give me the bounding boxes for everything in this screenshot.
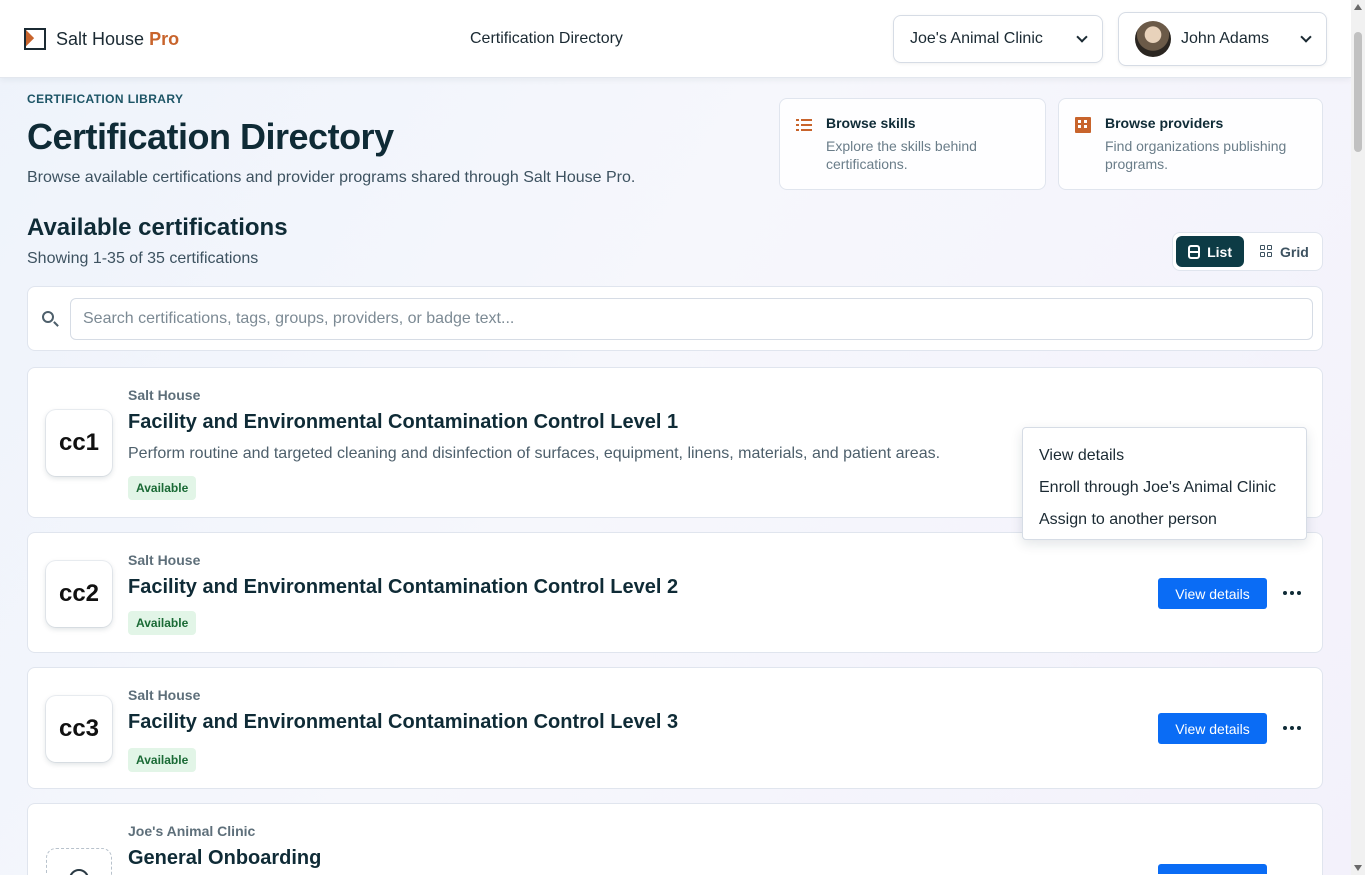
search-icon [42, 311, 54, 323]
certification-title[interactable]: Facility and Environmental Contamination… [128, 411, 678, 434]
browse-providers-description: Find organizations publishing programs. [1105, 138, 1287, 172]
organization-selector[interactable]: Joe's Animal Clinic [893, 15, 1103, 63]
certification-provider: Salt House [128, 687, 201, 703]
browse-skills-card[interactable]: Browse skills Explore the skills behind … [779, 98, 1046, 190]
certification-description: Perform routine and targeted cleaning an… [128, 445, 941, 462]
browse-providers-title: Browse providers [1105, 115, 1224, 131]
grid-view-button[interactable]: Grid [1248, 236, 1321, 267]
certification-provider: Joe's Animal Clinic [128, 823, 256, 839]
grid-view-label: Grid [1280, 243, 1309, 260]
scroll-thumb[interactable] [1354, 32, 1362, 152]
status-badge: Available [128, 476, 197, 500]
brand[interactable]: Salt House Pro [24, 28, 179, 50]
certification-title[interactable]: Facility and Environmental Contamination… [128, 576, 678, 599]
list-view-icon [1188, 244, 1201, 259]
status-badge: Available [128, 748, 197, 772]
view-details-button[interactable]: View details [1158, 578, 1267, 609]
search-bar [27, 286, 1323, 351]
brand-logo-icon [24, 28, 46, 50]
card-actions-menu: View details Enroll through Joe's Animal… [1022, 427, 1307, 540]
list-view-button[interactable]: List [1176, 236, 1244, 267]
building-icon [1075, 117, 1091, 133]
certification-code-tile: cc3 [46, 696, 112, 762]
clock-icon [69, 869, 89, 875]
search-input[interactable] [70, 298, 1313, 340]
menu-item-enroll[interactable]: Enroll through Joe's Animal Clinic [1023, 472, 1306, 504]
page-eyebrow: CERTIFICATION LIBRARY [27, 92, 184, 106]
browse-skills-title: Browse skills [826, 115, 916, 131]
organization-name: Joe's Animal Clinic [910, 30, 1043, 47]
user-menu[interactable]: John Adams [1118, 12, 1327, 66]
status-badge: Available [128, 611, 197, 635]
brand-name: Salt House Pro [56, 29, 179, 50]
browse-providers-card[interactable]: Browse providers Find organizations publ… [1058, 98, 1323, 190]
menu-item-assign[interactable]: Assign to another person [1023, 504, 1306, 536]
top-bar: Salt House Pro Certification Directory J… [0, 0, 1351, 78]
certification-title[interactable]: Facility and Environmental Contamination… [128, 711, 678, 734]
list-view-label: List [1207, 243, 1232, 260]
list-icon [796, 117, 812, 133]
certification-card[interactable]: cc2 Salt House Facility and Environmenta… [27, 532, 1323, 653]
view-details-button[interactable]: View details [1158, 713, 1267, 744]
brand-name-text: Salt House [56, 28, 145, 49]
brand-accent-text: Pro [149, 28, 180, 49]
certification-card[interactable]: Joe's Animal Clinic General Onboarding [27, 803, 1323, 875]
certification-card[interactable]: cc3 Salt House Facility and Environmenta… [27, 667, 1323, 789]
certification-provider: Salt House [128, 552, 201, 568]
section-title: Available certifications [27, 214, 288, 241]
certification-provider: Salt House [128, 387, 201, 403]
scroll-down-arrow-icon[interactable] [1354, 865, 1362, 871]
view-details-button[interactable] [1158, 864, 1267, 874]
grid-view-icon [1260, 245, 1273, 258]
certification-code-tile: cc1 [46, 410, 112, 476]
more-options-button[interactable] [1280, 581, 1304, 605]
page-title: Certification Directory [27, 116, 394, 157]
chevron-down-icon [1076, 31, 1088, 43]
browse-skills-description: Explore the skills behind certifications… [826, 138, 977, 172]
certification-title[interactable]: General Onboarding [128, 847, 321, 870]
results-count: Showing 1-35 of 35 certifications [27, 250, 259, 267]
view-toggle: List Grid [1172, 232, 1323, 271]
certification-icon-tile [46, 848, 112, 875]
page-subtitle: Browse available certifications and prov… [27, 169, 636, 186]
certification-code-tile: cc2 [46, 561, 112, 627]
page-scrollbar[interactable] [1351, 0, 1365, 875]
user-name: John Adams [1181, 30, 1270, 47]
topbar-page-title: Certification Directory [470, 30, 623, 47]
menu-item-view-details[interactable]: View details [1023, 440, 1306, 472]
chevron-down-icon [1300, 31, 1312, 43]
avatar [1135, 21, 1171, 57]
scroll-up-arrow-icon[interactable] [1354, 4, 1362, 10]
more-options-button[interactable] [1280, 716, 1304, 740]
